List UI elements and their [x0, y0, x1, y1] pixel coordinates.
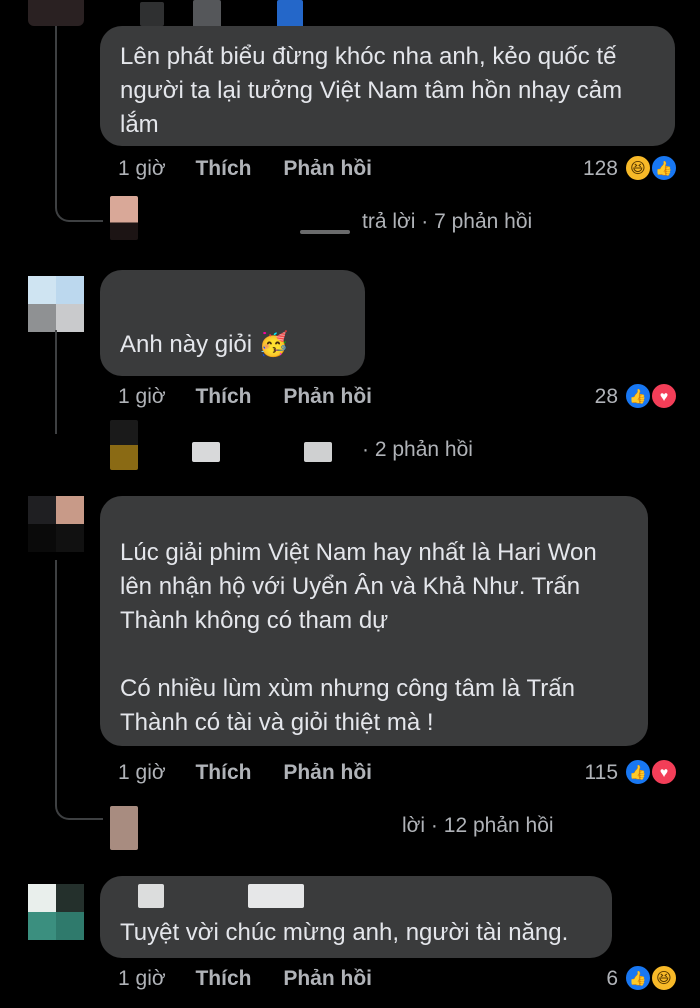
view-replies-link[interactable]: trả lời · 7 phản hồi — [362, 210, 532, 234]
redacted-name — [138, 884, 164, 908]
comment-text: Lên phát biểu đừng khóc nha anh, kẻo quố… — [120, 43, 617, 70]
like-button[interactable]: Thích — [195, 385, 251, 408]
redacted-name — [277, 0, 303, 28]
avatar[interactable] — [28, 884, 84, 940]
redacted-name — [110, 282, 270, 296]
like-icon: 👍 — [650, 154, 678, 182]
comment-bubble: Lúc giải phim Việt Nam hay nhất là Hari … — [100, 496, 648, 746]
reaction-count[interactable]: 128 — [560, 157, 618, 181]
comment-time[interactable]: 1 giờ — [118, 385, 166, 408]
like-button[interactable]: Thích — [195, 157, 251, 180]
redacted-name — [300, 230, 350, 234]
comment-actions: 1 giờ Thích Phản hồi — [118, 967, 372, 991]
comment-text: Thành có tài và giỏi thiệt mà ! — [120, 709, 434, 736]
reply-button[interactable]: Phản hồi — [283, 385, 372, 408]
comment-time[interactable]: 1 giờ — [118, 157, 166, 180]
comment-text: Thành không có tham dự — [120, 607, 389, 634]
comment-text: Tuyệt vời chúc mừng anh, người tài năng. — [120, 919, 569, 946]
thread-line — [55, 26, 57, 186]
avatar[interactable] — [110, 196, 138, 240]
redacted-name — [192, 442, 220, 462]
thread-line — [55, 560, 103, 820]
comment-actions: 1 giờ Thích Phản hồi — [118, 761, 372, 785]
reply-button[interactable]: Phản hồi — [283, 967, 372, 990]
reaction-count[interactable]: 28 — [560, 385, 618, 409]
reaction-count[interactable]: 6 — [560, 967, 618, 991]
comment-text: Anh này giỏi 🥳 — [120, 331, 289, 358]
comment-actions: 1 giờ Thích Phản hồi — [118, 157, 372, 181]
reply-button[interactable]: Phản hồi — [283, 761, 372, 784]
view-replies-link[interactable]: · 2 phản hồi — [362, 438, 473, 462]
like-button[interactable]: Thích — [195, 967, 251, 990]
like-button[interactable]: Thích — [195, 761, 251, 784]
redacted-name — [193, 0, 221, 28]
avatar[interactable] — [110, 806, 138, 850]
comment-actions: 1 giờ Thích Phản hồi — [118, 385, 372, 409]
avatar[interactable] — [110, 420, 138, 470]
love-icon: ♥ — [650, 382, 678, 410]
like-icon: 👍 — [624, 382, 652, 410]
comment-bubble: Tuyệt vời chúc mừng anh, người tài năng. — [100, 876, 612, 958]
comment-text — [120, 638, 628, 672]
redacted-name — [248, 884, 304, 908]
comment-time[interactable]: 1 giờ — [118, 761, 166, 784]
reply-button[interactable]: Phản hồi — [283, 157, 372, 180]
comment-time[interactable]: 1 giờ — [118, 967, 166, 990]
view-replies-link[interactable]: lời · 12 phản hồi — [402, 814, 554, 838]
avatar[interactable] — [28, 496, 84, 552]
avatar[interactable] — [28, 0, 84, 26]
comment-text: lắm — [120, 111, 159, 138]
redacted-name — [304, 442, 332, 462]
love-icon: ♥ — [650, 758, 678, 786]
thread-line — [55, 330, 57, 434]
comment-text: Có nhiều lùm xùm nhưng công tâm là Trấn — [120, 675, 575, 702]
thread-line — [55, 180, 103, 222]
comment-text: Lúc giải phim Việt Nam hay nhất là Hari … — [120, 539, 597, 566]
avatar[interactable] — [28, 276, 84, 332]
haha-icon: 😆 — [624, 154, 652, 182]
haha-icon: 😆 — [650, 964, 678, 992]
redacted-name — [140, 2, 164, 26]
like-icon: 👍 — [624, 758, 652, 786]
comment-text: người ta lại tưởng Việt Nam tâm hồn nhạy… — [120, 77, 623, 104]
comment-text: lên nhận hộ với Uyển Ân và Khả Như. Trấn — [120, 573, 581, 600]
comment-bubble: Lên phát biểu đừng khóc nha anh, kẻo quố… — [100, 26, 675, 146]
like-icon: 👍 — [624, 964, 652, 992]
reaction-count[interactable]: 115 — [560, 761, 618, 785]
